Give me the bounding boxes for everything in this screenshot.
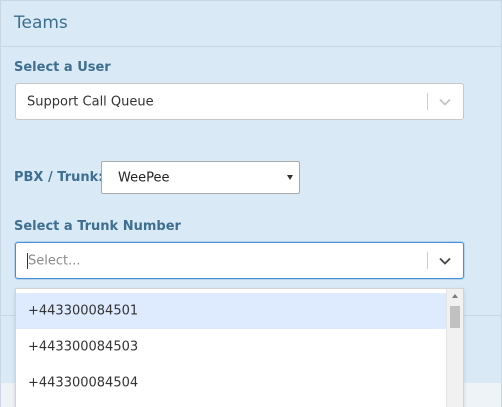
option-item[interactable]: +443300084504 (16, 365, 447, 401)
trunk-number-placeholder: Select... (28, 253, 81, 268)
teams-panel: Teams Select a User Support Call Queue P… (0, 0, 502, 407)
chevron-down-icon[interactable] (438, 95, 452, 109)
panel-header: Teams (1, 1, 501, 47)
dropdown-triangle-icon (287, 175, 293, 180)
option-item[interactable]: +443300084501 (16, 293, 447, 329)
select-user-label: Select a User (14, 60, 111, 75)
trunk-select-separator (427, 252, 428, 269)
option-label: +443300084503 (28, 339, 139, 355)
option-label: +443300084501 (28, 303, 139, 319)
pbx-trunk-select[interactable]: WeePee (101, 161, 300, 194)
pbx-trunk-value: WeePee (118, 170, 170, 185)
user-select-separator (427, 93, 428, 110)
user-select[interactable]: Support Call Queue (15, 83, 464, 120)
trunk-number-menu: +443300084501 +443300084503 +44330008450… (15, 288, 464, 407)
trunk-number-select[interactable]: Select... (15, 242, 464, 279)
pbx-trunk-label: PBX / Trunk: (14, 170, 104, 185)
chevron-down-icon[interactable] (438, 254, 452, 268)
scrollbar-thumb[interactable] (450, 306, 460, 328)
option-label: +443300084504 (28, 375, 139, 391)
scroll-up-arrow-icon[interactable] (452, 294, 458, 298)
select-trunk-number-label: Select a Trunk Number (14, 219, 181, 234)
menu-scrollbar[interactable] (446, 289, 463, 407)
option-item[interactable]: +443300084503 (16, 329, 447, 365)
user-select-value: Support Call Queue (27, 94, 154, 109)
panel-title: Teams (14, 13, 68, 33)
